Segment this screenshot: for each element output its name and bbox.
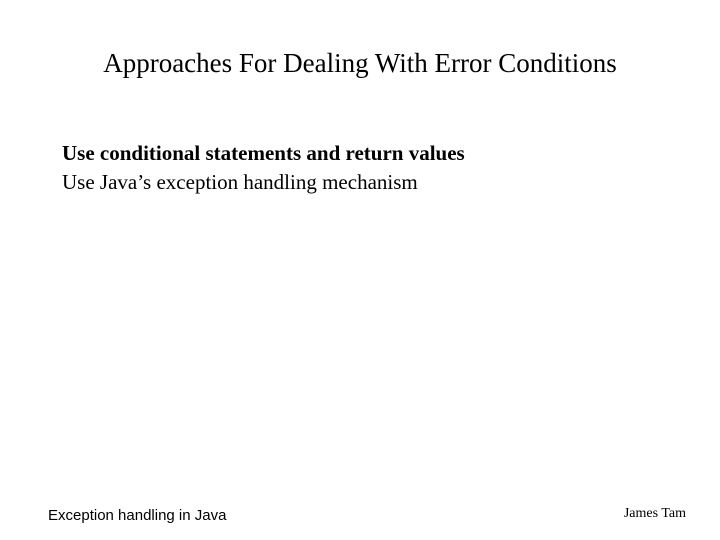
bullet-item: Use Java’s exception handling mechanism	[62, 169, 660, 196]
footer-topic: Exception handling in Java	[48, 507, 226, 524]
slide-title: Approaches For Dealing With Error Condit…	[0, 48, 720, 79]
footer-author: James Tam	[624, 506, 686, 522]
slide: Approaches For Dealing With Error Condit…	[0, 0, 720, 540]
bullet-item: Use conditional statements and return va…	[62, 140, 660, 167]
slide-content: Use conditional statements and return va…	[62, 140, 660, 197]
